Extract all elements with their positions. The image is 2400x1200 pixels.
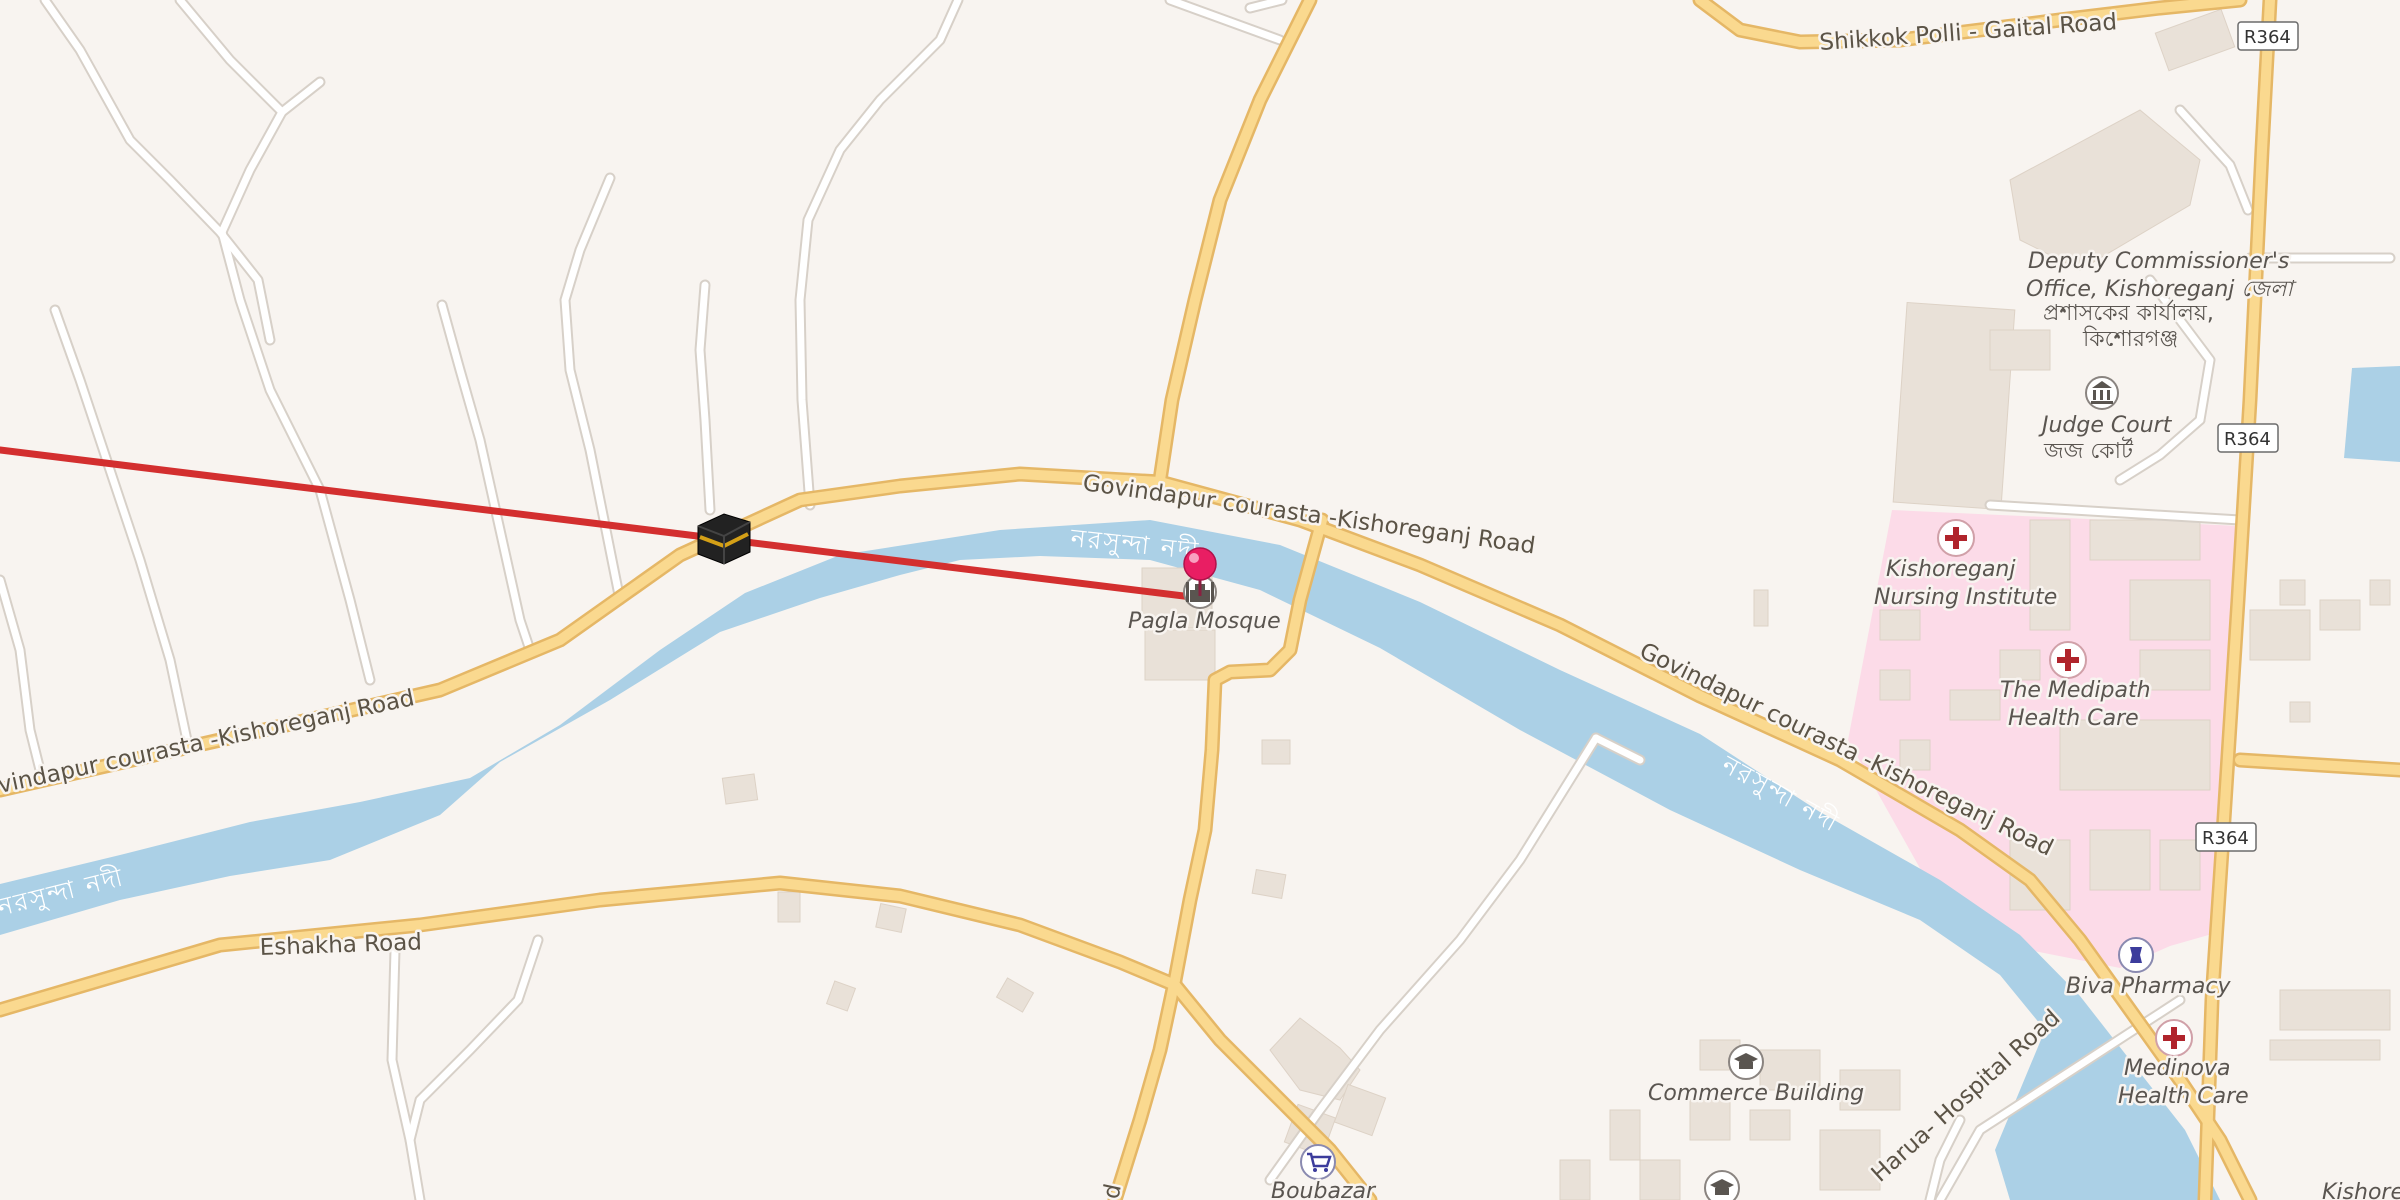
poi-label-nursing: Kishoreganj xyxy=(1886,557,2016,582)
poi-label: Deputy Commissioner's xyxy=(2028,249,2289,274)
poi-label-fragment: Kishore xyxy=(2322,1180,2400,1200)
map-view[interactable]: নরসুন্দা নদী নরসুন্দা নদী নরসুন্দা নদী G… xyxy=(0,0,2400,1200)
poi-label-medipath: Health Care xyxy=(2008,706,2139,731)
route-shield: R364 xyxy=(2217,423,2279,453)
pharmacy-icon[interactable] xyxy=(2118,937,2154,973)
pond xyxy=(2344,366,2400,462)
poi-label-judge-court: জজ কোর্ট xyxy=(2043,437,2134,464)
school-icon[interactable] xyxy=(1704,1170,1740,1200)
poi-label-commerce-building: Commerce Building xyxy=(1648,1081,1864,1106)
route-shield: R364 xyxy=(2195,822,2257,852)
poi-label-medipath: The Medipath xyxy=(2000,678,2151,703)
school-icon[interactable] xyxy=(1728,1044,1764,1080)
poi-label-judge-court: Judge Court xyxy=(2038,413,2173,438)
poi-label: Office, Kishoreganj জেলা xyxy=(2026,277,2297,302)
poi-label: কিশোরগঞ্জ xyxy=(2082,326,2178,352)
shopping-cart-icon[interactable] xyxy=(1300,1144,1336,1180)
poi-label-medinova: Health Care xyxy=(2118,1084,2249,1109)
hospital-cross-icon[interactable] xyxy=(1937,519,1975,557)
svg-text:R364: R364 xyxy=(2224,429,2271,450)
svg-text:R364: R364 xyxy=(2244,27,2291,48)
poi-label-pagla-mosque: Pagla Mosque xyxy=(1128,609,1281,634)
route-shield: R364 xyxy=(2237,21,2299,51)
poi-label: প্রশাসকের কার্যালয়, xyxy=(2043,299,2214,326)
map-canvas[interactable]: নরসুন্দা নদী নরসুন্দা নদী নরসুন্দা নদী G… xyxy=(0,0,2400,1200)
poi-label-nursing: Nursing Institute xyxy=(1874,585,2057,610)
poi-label-boubazar: Boubazar xyxy=(1271,1179,1377,1200)
courthouse-icon[interactable] xyxy=(2085,376,2119,410)
hospital-cross-icon[interactable] xyxy=(2049,641,2087,679)
poi-label-biva-pharmacy: Biva Pharmacy xyxy=(2066,974,2231,999)
hospital-cross-icon[interactable] xyxy=(2155,1019,2193,1057)
poi-label-medinova: Medinova xyxy=(2124,1056,2231,1081)
svg-text:R364: R364 xyxy=(2202,828,2249,849)
